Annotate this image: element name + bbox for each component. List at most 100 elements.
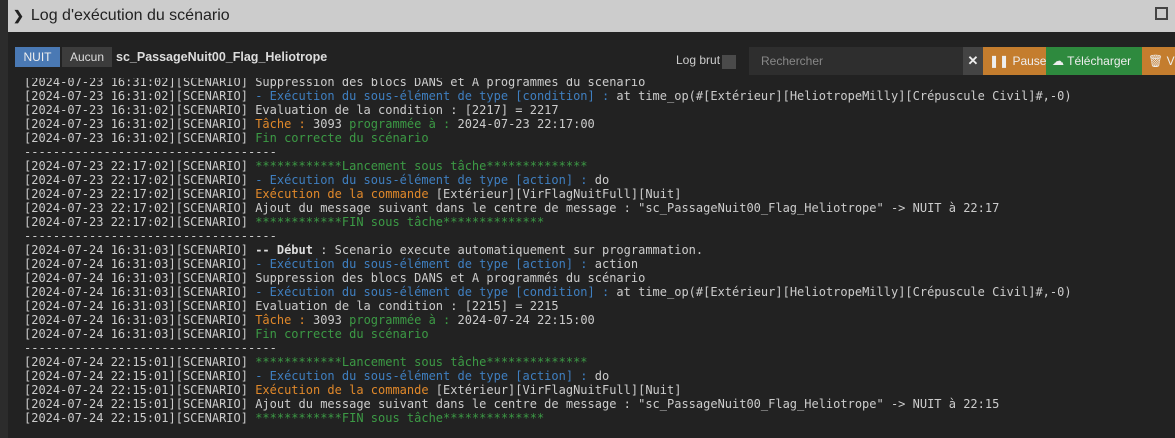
log-text: action — [587, 257, 639, 271]
download-button[interactable]: ☁ Télécharger — [1046, 47, 1142, 75]
log-text: 3093 — [305, 313, 350, 327]
cloud-download-icon: ☁ — [1052, 54, 1064, 68]
log-line: [2024-07-23 16:31:02][SCENARIO] Fin corr… — [24, 131, 1072, 145]
raw-log-checkbox[interactable] — [722, 55, 736, 69]
log-text: - Exécution du sous-élément de type [act… — [255, 257, 588, 271]
log-text: - Exécution du sous-élément de type [act… — [255, 369, 588, 383]
log-line: [2024-07-23 16:31:02][SCENARIO] Tâche : … — [24, 117, 1072, 131]
raw-log-label: Log brut — [676, 53, 721, 67]
log-text: do — [587, 369, 610, 383]
pause-icon: ❚❚ — [989, 54, 1010, 68]
log-text: Ajout du message suivant dans le centre … — [255, 201, 1000, 215]
log-text: Tâche : — [255, 313, 306, 327]
log-timestamp: [2024-07-24 22:15:01][SCENARIO] — [24, 411, 256, 425]
log-text: ************FIN sous tâche************** — [255, 215, 545, 229]
log-line: [2024-07-23 22:17:02][SCENARIO] Exécutio… — [24, 187, 1072, 201]
log-text: Fin correcte du scénario — [255, 327, 429, 341]
log-text: [Extérieur][VirFlagNuitFull][Nuit] — [428, 383, 682, 397]
log-line: [2024-07-23 22:17:02][SCENARIO] Ajout du… — [24, 201, 1072, 215]
log-line: [2024-07-23 16:31:02][SCENARIO] Suppress… — [24, 78, 1072, 89]
log-text: - Exécution du sous-élément de type [act… — [255, 173, 588, 187]
clear-log-button[interactable]: 🗑 Vider — [1142, 47, 1175, 75]
log-line: [2024-07-24 16:31:03][SCENARIO] Tâche : … — [24, 313, 1072, 327]
log-line: [2024-07-24 16:31:03][SCENARIO] -- Début… — [24, 243, 1072, 257]
log-timestamp: [2024-07-23 16:31:02][SCENARIO] — [24, 117, 256, 131]
log-timestamp: [2024-07-23 16:31:02][SCENARIO] — [24, 131, 256, 145]
chevron-right-icon[interactable]: ❯ — [13, 8, 24, 24]
log-text: at time_op(#[Extérieur][HeliotropeMilly]… — [609, 285, 1072, 299]
pause-button[interactable]: ❚❚ Pause — [983, 47, 1046, 75]
log-timestamp: [2024-07-24 22:15:01][SCENARIO] — [24, 355, 256, 369]
log-text: ************Lancement sous tâche********… — [255, 355, 588, 369]
log-timestamp: [2024-07-23 16:31:02][SCENARIO] — [24, 103, 256, 117]
log-text: 2024-07-23 22:17:00 — [450, 117, 595, 131]
log-text: Evaluation de la condition : [2217] = 22… — [255, 103, 559, 117]
log-timestamp: [2024-07-24 16:31:03][SCENARIO] — [24, 285, 256, 299]
log-text: Suppression des blocs DANS et A programm… — [255, 78, 646, 89]
log-text: ************FIN sous tâche************** — [255, 411, 545, 425]
log-timestamp: [2024-07-24 16:31:03][SCENARIO] — [24, 257, 256, 271]
maximize-icon[interactable] — [1155, 7, 1168, 20]
log-text: - Exécution du sous-élément de type [con… — [255, 89, 610, 103]
log-timestamp: [2024-07-23 22:17:02][SCENARIO] — [24, 173, 256, 187]
log-text: Exécution de la commande — [255, 187, 429, 201]
log-text: ************Lancement sous tâche********… — [255, 159, 588, 173]
log-text: [Extérieur][VirFlagNuitFull][Nuit] — [428, 187, 682, 201]
filter-none-button[interactable]: Aucun — [62, 47, 112, 67]
log-timestamp: [2024-07-24 16:31:03][SCENARIO] — [24, 327, 256, 341]
log-text: ----------------------------------- — [24, 229, 277, 243]
log-output[interactable]: [2024-07-23 16:31:02][SCENARIO] Suppress… — [8, 78, 1175, 438]
log-text: Suppression des blocs DANS et A programm… — [255, 271, 646, 285]
log-timestamp: [2024-07-23 16:31:02][SCENARIO] — [24, 78, 256, 89]
log-timestamp: [2024-07-23 22:17:02][SCENARIO] — [24, 215, 256, 229]
log-text: programmée à : — [349, 313, 451, 327]
pause-label: Pause — [1012, 54, 1046, 68]
log-line: [2024-07-23 22:17:02][SCENARIO] - Exécut… — [24, 173, 1072, 187]
log-text: Evaluation de la condition : [2215] = 22… — [255, 299, 559, 313]
log-timestamp: [2024-07-24 22:15:01][SCENARIO] — [24, 369, 256, 383]
log-line: ----------------------------------- — [24, 229, 1072, 243]
log-text: Fin correcte du scénario — [255, 131, 429, 145]
log-timestamp: [2024-07-24 22:15:01][SCENARIO] — [24, 383, 256, 397]
log-text: ----------------------------------- — [24, 341, 277, 355]
download-label: Télécharger — [1067, 54, 1132, 68]
log-line: [2024-07-24 16:31:03][SCENARIO] - Exécut… — [24, 285, 1072, 299]
log-line: [2024-07-24 16:31:03][SCENARIO] - Exécut… — [24, 257, 1072, 271]
log-line: [2024-07-24 22:15:01][SCENARIO] ********… — [24, 355, 1072, 369]
trash-icon: 🗑 — [1148, 54, 1164, 68]
log-text: : Scenario execute automatiquement sur p… — [312, 243, 704, 257]
log-line: [2024-07-24 16:31:03][SCENARIO] Fin corr… — [24, 327, 1072, 341]
log-line: [2024-07-24 22:15:01][SCENARIO] Ajout du… — [24, 397, 1072, 411]
scenario-name: sc_PassageNuit00_Flag_Heliotrope — [116, 50, 328, 64]
log-line: [2024-07-23 22:17:02][SCENARIO] ********… — [24, 215, 1072, 229]
log-line: [2024-07-24 22:15:01][SCENARIO] - Exécut… — [24, 369, 1072, 383]
close-icon: ✕ — [967, 53, 979, 68]
log-line: [2024-07-24 22:15:01][SCENARIO] Exécutio… — [24, 383, 1072, 397]
search-input[interactable] — [749, 47, 963, 75]
log-timestamp: [2024-07-24 16:31:03][SCENARIO] — [24, 271, 256, 285]
log-text: ----------------------------------- — [24, 145, 277, 159]
log-text: Exécution de la commande — [255, 383, 429, 397]
log-timestamp: [2024-07-23 22:17:02][SCENARIO] — [24, 201, 256, 215]
log-text: -- Début — [255, 243, 313, 257]
log-line: ----------------------------------- — [24, 145, 1072, 159]
log-timestamp: [2024-07-23 22:17:02][SCENARIO] — [24, 187, 256, 201]
modal-title: Log d'exécution du scénario — [30, 7, 230, 24]
filter-nuit-button[interactable]: NUIT — [15, 47, 60, 67]
log-text: 2024-07-24 22:15:00 — [450, 313, 595, 327]
log-text: 3093 — [305, 117, 350, 131]
log-line: [2024-07-24 16:31:03][SCENARIO] Suppress… — [24, 271, 1072, 285]
log-timestamp: [2024-07-24 16:31:03][SCENARIO] — [24, 313, 256, 327]
log-line: [2024-07-23 16:31:02][SCENARIO] - Exécut… — [24, 89, 1072, 103]
log-text: do — [587, 173, 610, 187]
log-timestamp: [2024-07-23 22:17:02][SCENARIO] — [24, 159, 256, 173]
clear-search-button[interactable]: ✕ — [963, 47, 983, 75]
log-text: - Exécution du sous-élément de type [con… — [255, 285, 610, 299]
log-line: [2024-07-24 16:31:03][SCENARIO] Evaluati… — [24, 299, 1072, 313]
log-line: [2024-07-23 22:17:02][SCENARIO] ********… — [24, 159, 1072, 173]
modal-titlebar: ❯ Log d'exécution du scénario — [8, 0, 1175, 32]
log-text: Tâche : — [255, 117, 306, 131]
log-line: [2024-07-24 22:15:01][SCENARIO] ********… — [24, 411, 1072, 425]
background-sidebar — [0, 0, 8, 438]
log-timestamp: [2024-07-24 16:31:03][SCENARIO] — [24, 243, 256, 257]
